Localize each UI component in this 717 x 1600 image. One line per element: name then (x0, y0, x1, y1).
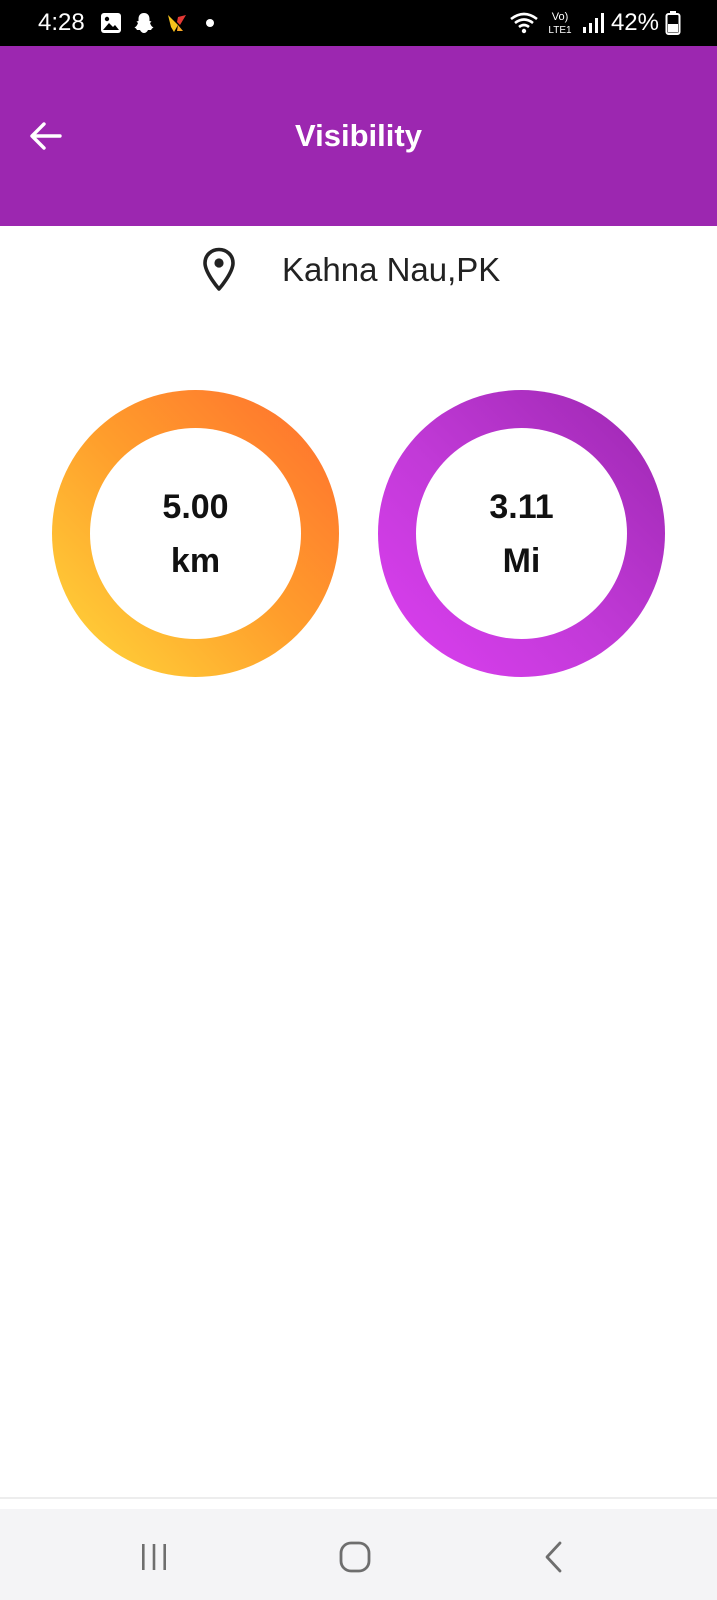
status-notification-icons (99, 11, 222, 35)
wifi-icon (510, 12, 538, 34)
recents-button[interactable] (124, 1527, 184, 1587)
nav-divider (0, 1497, 717, 1499)
status-system-icons: Vo) LTE1 42% (509, 9, 681, 37)
svg-text:LTE1: LTE1 (548, 25, 572, 36)
system-nav-bar (0, 1509, 717, 1600)
visibility-mi-ring: 3.11 Mi (378, 390, 665, 677)
nav-back-button[interactable] (525, 1527, 585, 1587)
visibility-km-unit: km (170, 541, 221, 580)
location-name: Kahna Nau,PK (282, 251, 501, 288)
status-bar: 4:28 Vo) LTE1 42% (0, 0, 717, 46)
visibility-km-ring: 5.00 km (52, 390, 339, 677)
snapchat-icon (134, 13, 154, 33)
content-sheet (0, 227, 717, 1497)
home-icon (339, 1541, 371, 1573)
visibility-mi-inner: 3.11 Mi (416, 428, 627, 639)
notification-dot-icon (206, 19, 214, 27)
visibility-km-inner: 5.00 km (90, 428, 301, 639)
gallery-icon (101, 13, 121, 33)
app-notification-icon (168, 15, 186, 32)
page-title: Visibility (295, 118, 422, 153)
svg-text:Vo): Vo) (552, 11, 569, 23)
visibility-mi-value: 3.11 (489, 487, 554, 526)
location-row: Kahna Nau,PK (0, 244, 717, 296)
battery-percent: 42% (610, 9, 659, 36)
battery-icon (665, 11, 681, 35)
signal-icon (582, 13, 604, 33)
back-chevron-icon (545, 1541, 562, 1573)
map-pin-icon (203, 247, 235, 291)
visibility-km-value: 5.00 (162, 487, 229, 526)
visibility-mi-unit: Mi (502, 541, 541, 580)
status-time: 4:28 (38, 9, 85, 36)
volte-icon: Vo) LTE1 (548, 11, 572, 36)
home-button[interactable] (325, 1527, 385, 1587)
recents-icon (142, 1544, 166, 1570)
